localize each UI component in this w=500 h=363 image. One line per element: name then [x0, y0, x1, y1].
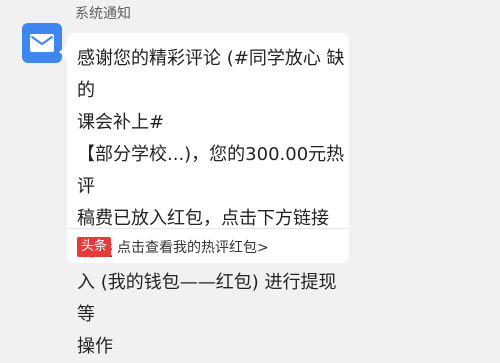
red-packet-link[interactable]: 头条 点击查看我的热评红包> — [77, 236, 269, 258]
message-bubble: 感谢您的精彩评论 (#同学放心 缺的 课会补上# 【部分学校...)，您的300… — [59, 33, 349, 357]
mail-icon — [30, 34, 54, 52]
sender-name: 系统通知 — [75, 6, 131, 22]
toutiao-logo-badge: 头条 — [77, 237, 112, 257]
system-notification-avatar[interactable] — [22, 23, 62, 63]
chat-screen: 系统通知 感谢您的精彩评论 (#同学放心 缺的 课会补上# 【部分学校...)，… — [0, 0, 500, 357]
red-packet-link-label[interactable]: 点击查看我的热评红包> — [117, 237, 269, 257]
bubble-divider — [67, 228, 349, 229]
message-text: 感谢您的精彩评论 (#同学放心 缺的 课会补上# 【部分学校...)，您的300… — [77, 48, 345, 357]
